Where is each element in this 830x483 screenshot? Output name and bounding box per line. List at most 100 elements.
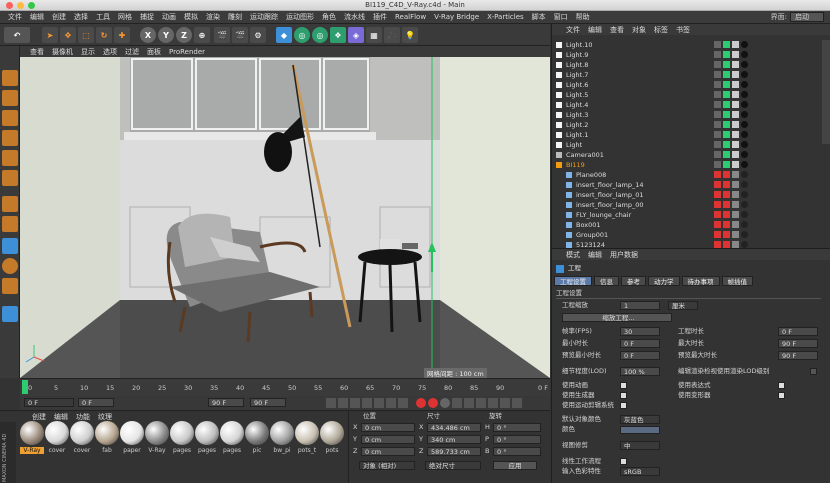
visibility-dot-icon[interactable]: [714, 141, 721, 148]
move-icon[interactable]: ✥: [60, 27, 76, 43]
check-icon[interactable]: [732, 181, 739, 188]
menu-item[interactable]: 模拟: [180, 12, 202, 22]
make-editable-icon[interactable]: [2, 70, 18, 86]
visibility-dot-icon[interactable]: [723, 181, 730, 188]
play-icon[interactable]: [362, 398, 372, 408]
tag-icon[interactable]: [741, 191, 748, 198]
visibility-dot-icon[interactable]: [723, 151, 730, 158]
coord-size-select[interactable]: 绝对尺寸: [425, 461, 481, 470]
material-menu-item[interactable]: 编辑: [50, 412, 72, 422]
material-label[interactable]: pots: [320, 447, 344, 454]
tag-icon[interactable]: [741, 61, 748, 68]
record-key-icon[interactable]: [416, 398, 426, 408]
default-color-select[interactable]: 灰蓝色: [620, 415, 660, 424]
object-menu-item[interactable]: 书签: [672, 25, 694, 35]
check-icon[interactable]: [732, 171, 739, 178]
max-frame-field-2[interactable]: 90 F: [250, 398, 286, 407]
position-field[interactable]: 0 cm: [361, 423, 415, 432]
visibility-dot-icon[interactable]: [723, 71, 730, 78]
visibility-dot-icon[interactable]: [714, 51, 721, 58]
viewport-menu-item[interactable]: 查看: [26, 47, 48, 57]
material-preview[interactable]: [45, 421, 69, 445]
menu-item[interactable]: 网格: [114, 12, 136, 22]
check-icon[interactable]: [732, 71, 739, 78]
attribute-menu-item[interactable]: 编辑: [584, 250, 606, 260]
position-field[interactable]: 0 cm: [361, 447, 415, 456]
material-menu-item[interactable]: 功能: [72, 412, 94, 422]
tweak-icon[interactable]: [2, 238, 18, 254]
workplane-mode-icon[interactable]: [2, 130, 18, 146]
material-preview[interactable]: [120, 421, 144, 445]
material-label[interactable]: pic: [245, 447, 269, 454]
deformer-icon[interactable]: ◈: [348, 27, 364, 43]
visibility-dot-icon[interactable]: [714, 121, 721, 128]
position-field[interactable]: 0 cm: [361, 435, 415, 444]
visibility-dot-icon[interactable]: [714, 241, 721, 248]
menu-item[interactable]: 编辑: [26, 12, 48, 22]
menu-item[interactable]: 角色: [318, 12, 340, 22]
prev-key-icon[interactable]: [338, 398, 348, 408]
check-icon[interactable]: [732, 151, 739, 158]
tag-icon[interactable]: [741, 171, 748, 178]
visibility-dot-icon[interactable]: [723, 51, 730, 58]
material-label[interactable]: paper: [120, 447, 144, 454]
scale-project-button[interactable]: 缩放工程...: [562, 313, 672, 322]
visibility-dot-icon[interactable]: [714, 211, 721, 218]
visibility-dot-icon[interactable]: [714, 101, 721, 108]
object-row[interactable]: Light.7: [552, 70, 812, 80]
check-icon[interactable]: [732, 141, 739, 148]
menu-item[interactable]: 选择: [70, 12, 92, 22]
key-selection-icon[interactable]: [440, 398, 450, 408]
param-key-icon[interactable]: [488, 398, 498, 408]
tag-icon[interactable]: [741, 51, 748, 58]
tag-icon[interactable]: [741, 91, 748, 98]
polygons-mode-icon[interactable]: [2, 196, 18, 212]
max-frame-field[interactable]: 90 F: [208, 398, 244, 407]
tag-icon[interactable]: [741, 221, 748, 228]
visibility-dot-icon[interactable]: [723, 191, 730, 198]
menu-item[interactable]: 插件: [369, 12, 391, 22]
object-menu-item[interactable]: 对象: [628, 25, 650, 35]
use-expr-checkbox[interactable]: [778, 382, 785, 389]
attribute-tab[interactable]: 帧插值: [721, 276, 753, 286]
material-label[interactable]: pages: [195, 447, 219, 454]
material-label[interactable]: V-Ray: [145, 447, 169, 454]
material-label[interactable]: cover: [70, 447, 94, 454]
visibility-dot-icon[interactable]: [714, 171, 721, 178]
menu-item[interactable]: 窗口: [550, 12, 572, 22]
size-field[interactable]: 589.733 cm: [427, 447, 481, 456]
pla-key-icon[interactable]: [500, 398, 510, 408]
position-key-icon[interactable]: [452, 398, 462, 408]
size-field[interactable]: 434.486 cm: [427, 423, 481, 432]
object-row[interactable]: insert_floor_lamp_14: [552, 180, 812, 190]
object-menu-item[interactable]: 文件: [562, 25, 584, 35]
material-preview[interactable]: [95, 421, 119, 445]
timeline[interactable]: 0 5 10 15 20 25 30 35 40 45 50 55 60 65 70 75 80 85 90 0 F: [20, 378, 550, 396]
visibility-dot-icon[interactable]: [723, 41, 730, 48]
menu-item[interactable]: 运动图形: [282, 12, 318, 22]
object-row[interactable]: Light.5: [552, 90, 812, 100]
menu-item[interactable]: 帮助: [572, 12, 594, 22]
check-icon[interactable]: [732, 221, 739, 228]
visibility-dot-icon[interactable]: [714, 151, 721, 158]
tag-icon[interactable]: [741, 111, 748, 118]
check-icon[interactable]: [732, 161, 739, 168]
check-icon[interactable]: [732, 191, 739, 198]
material-label[interactable]: pots_t: [295, 447, 319, 454]
render-settings-icon[interactable]: ⚙: [250, 27, 266, 43]
max-time-field[interactable]: 90 F: [778, 339, 818, 348]
material-label[interactable]: pages: [220, 447, 244, 454]
next-frame-icon[interactable]: [374, 398, 384, 408]
undo-redo-icon[interactable]: ↶: [4, 27, 30, 43]
object-row[interactable]: Camera001: [552, 150, 812, 160]
scale-field[interactable]: 1: [620, 301, 660, 310]
fps-field[interactable]: 30: [620, 327, 660, 336]
attribute-tab[interactable]: 信息: [594, 276, 619, 286]
visibility-dot-icon[interactable]: [714, 181, 721, 188]
axis-x-button[interactable]: X: [140, 27, 156, 43]
tag-icon[interactable]: [741, 131, 748, 138]
snap-icon[interactable]: [2, 258, 18, 274]
material-menu-item[interactable]: 纹理: [94, 412, 116, 422]
menu-item[interactable]: 捕捉: [136, 12, 158, 22]
material-label[interactable]: fab: [95, 447, 119, 454]
